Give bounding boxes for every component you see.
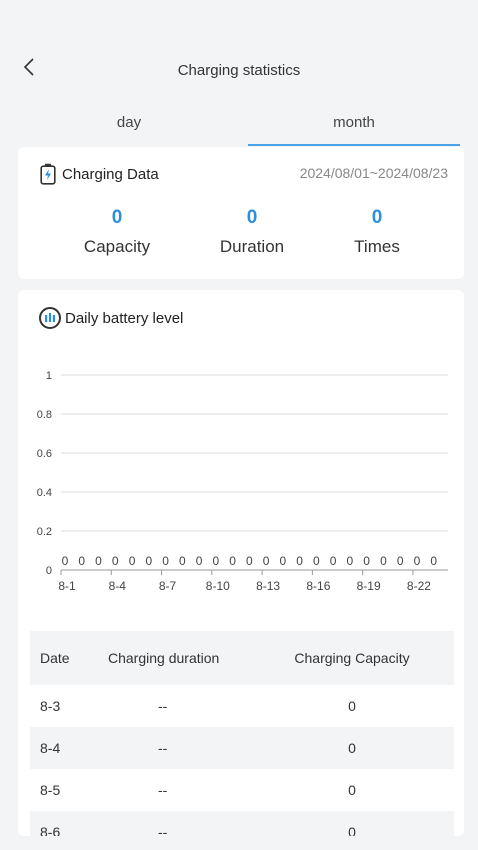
charging-data-header: Charging Data	[40, 163, 159, 185]
data-label: 0	[145, 554, 152, 568]
app-header: Charging statistics	[0, 0, 478, 100]
tab-month[interactable]: month	[248, 104, 460, 146]
period-tabs: day month	[0, 104, 478, 146]
stat-times-value: 0	[371, 207, 383, 228]
data-label: 0	[330, 554, 337, 568]
data-label: 0	[280, 554, 287, 568]
stat-times: 0 Times	[317, 207, 437, 257]
x-tick-label: 8-4	[109, 579, 127, 593]
battery-level-title: Daily battery level	[65, 309, 184, 327]
tab-day[interactable]: day	[10, 104, 248, 146]
data-label: 0	[196, 554, 203, 568]
row-capacity: 0	[348, 698, 356, 714]
data-label: 0	[397, 554, 404, 568]
row-date: 8-4	[40, 740, 61, 756]
row-date: 8-5	[40, 782, 61, 798]
x-tick-label: 8-1	[58, 579, 76, 593]
date-range: 2024/08/01~2024/08/23	[299, 165, 448, 181]
battery-level-header: Daily battery level	[38, 306, 183, 330]
y-tick-label: 0.2	[37, 526, 52, 538]
x-tick-label: 8-7	[159, 579, 177, 593]
data-label: 0	[95, 554, 102, 568]
y-tick-label: 1	[46, 370, 52, 382]
x-tick-label: 8-13	[256, 579, 280, 593]
y-tick-label: 0.8	[37, 409, 52, 421]
stat-duration-label: Duration	[219, 237, 285, 256]
row-duration: --	[158, 698, 168, 714]
battery-level-card: Daily battery level 0 0.2 0.4 0.6 0.8 1 8-1 8-4…	[18, 290, 464, 836]
y-tick-label: 0.6	[37, 448, 52, 460]
stat-duration: 0 Duration	[192, 207, 312, 257]
page-title: Charging statistics	[177, 62, 301, 79]
table-row: 8-4 -- 0	[30, 727, 454, 769]
row-capacity: 0	[348, 782, 356, 798]
y-tick-label: 0.4	[37, 487, 52, 499]
data-label: 0	[263, 554, 270, 568]
data-label: 0	[363, 554, 370, 568]
x-tick-label: 8-16	[306, 579, 330, 593]
data-label: 0	[430, 554, 437, 568]
row-duration: --	[158, 740, 168, 756]
header-duration: Charging duration	[108, 650, 220, 666]
table-row: 8-6 -- 0	[30, 811, 454, 836]
row-date: 8-6	[40, 824, 61, 836]
header-capacity: Charging Capacity	[294, 650, 410, 666]
charging-table: Date Charging duration Charging Capacity…	[30, 631, 454, 836]
battery-gauge-icon	[39, 307, 61, 329]
y-tick-label: 0	[46, 565, 52, 577]
data-label: 0	[347, 554, 354, 568]
stat-capacity-label: Capacity	[83, 237, 151, 256]
row-capacity: 0	[348, 740, 356, 756]
data-label: 0	[78, 554, 85, 568]
data-label: 0	[62, 554, 69, 568]
battery-level-chart: 0 0.2 0.4 0.6 0.8 1 8-1 8-4 8-7 8-10 8-13 8-16 8-19 8…	[37, 370, 448, 593]
row-duration: --	[158, 782, 168, 798]
data-label: 0	[296, 554, 303, 568]
x-tick-label: 8-10	[206, 579, 230, 593]
header-date: Date	[40, 650, 70, 666]
data-label: 0	[212, 554, 219, 568]
stat-capacity: 0 Capacity	[57, 207, 177, 257]
x-tick-label: 8-19	[357, 579, 381, 593]
stat-capacity-value: 0	[111, 207, 123, 228]
data-label: 0	[229, 554, 236, 568]
data-label: 0	[246, 554, 253, 568]
data-label: 0	[414, 554, 421, 568]
data-label: 0	[179, 554, 186, 568]
data-label: 0	[162, 554, 169, 568]
stat-duration-value: 0	[246, 207, 258, 228]
row-duration: --	[158, 824, 168, 836]
data-label: 0	[129, 554, 136, 568]
x-tick-label: 8-22	[407, 579, 431, 593]
table-row: 8-3 -- 0	[30, 685, 454, 727]
stat-times-label: Times	[354, 237, 400, 256]
battery-charging-icon	[40, 163, 56, 185]
data-label: 0	[380, 554, 387, 568]
charging-data-card: Charging Data 2024/08/01~2024/08/23 0 Ca…	[18, 147, 464, 279]
data-label: 0	[112, 554, 119, 568]
table-row: 8-5 -- 0	[30, 769, 454, 811]
row-capacity: 0	[348, 824, 356, 836]
data-label: 0	[313, 554, 320, 568]
charging-data-title: Charging Data	[62, 165, 159, 183]
table-header-row: Date Charging duration Charging Capacity	[30, 631, 454, 685]
row-date: 8-3	[40, 698, 61, 714]
